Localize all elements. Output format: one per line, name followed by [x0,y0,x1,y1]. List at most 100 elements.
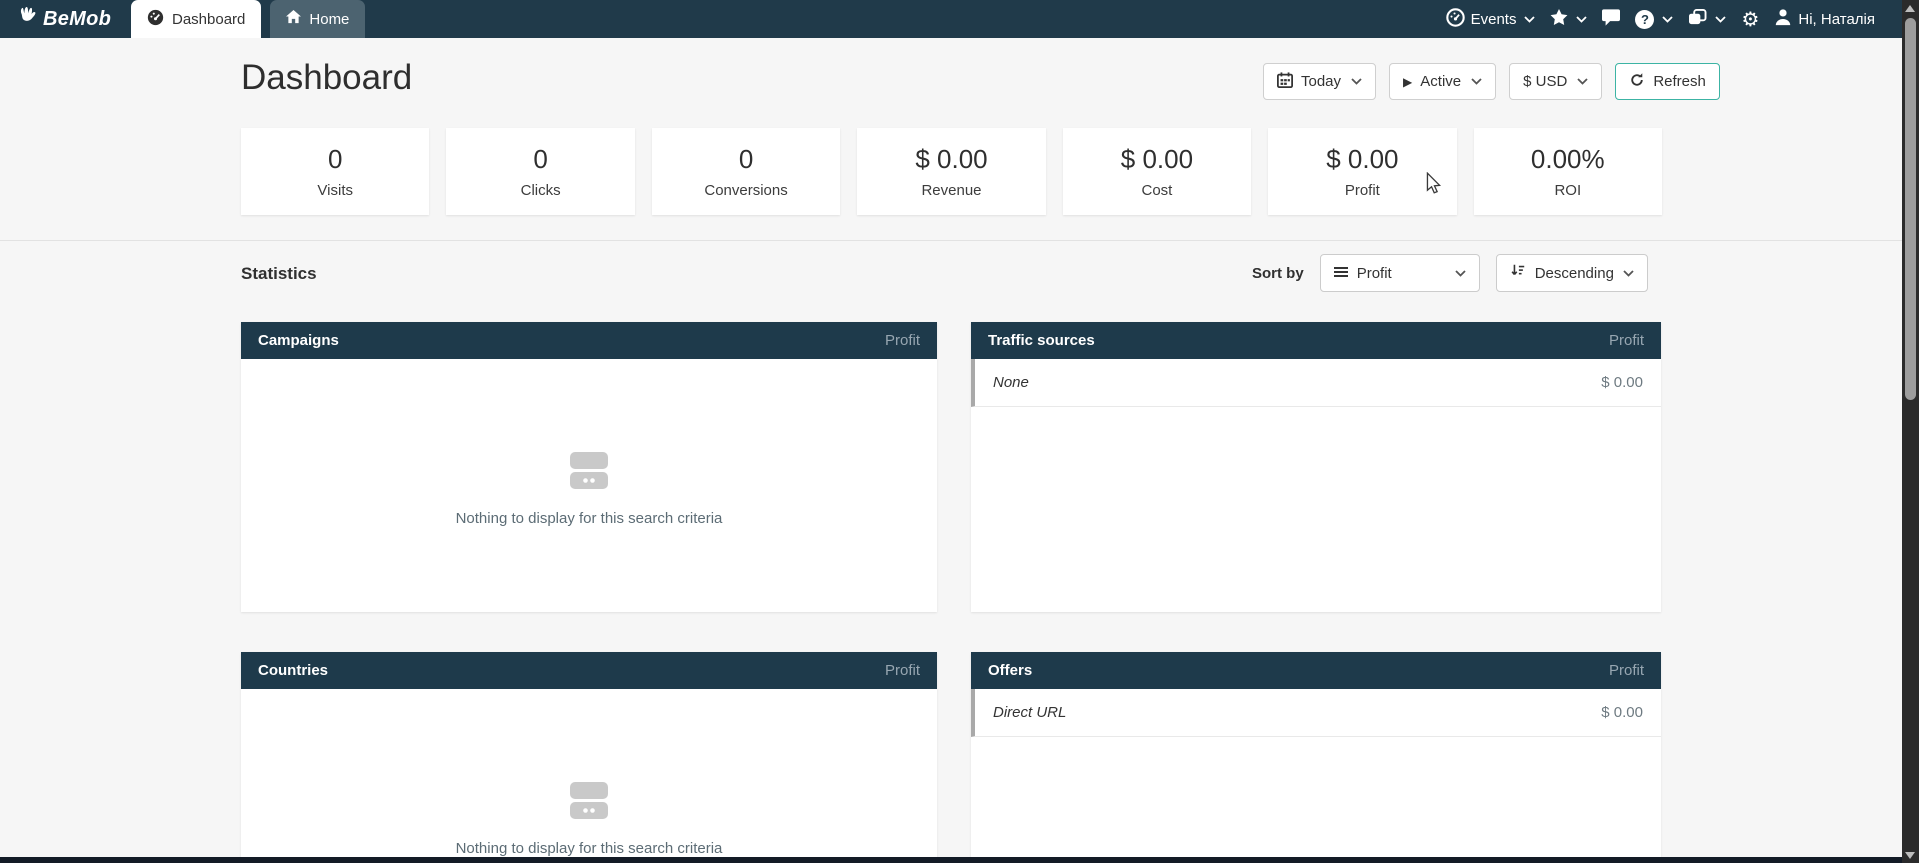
vertical-scrollbar[interactable] [1902,0,1919,863]
row-value: $ 0.00 [1601,374,1643,391]
topbar-tabs: Dashboard Home [131,0,365,38]
offers-panel-header: Offers Profit [971,652,1661,689]
stat-value: 0 [739,144,753,175]
chevron-down-icon [1576,16,1587,23]
stat-value: $ 0.00 [915,144,987,175]
statistics-heading: Statistics [241,264,317,284]
refresh-icon [1629,72,1645,92]
traffic-sources-panel: Traffic sources Profit None $ 0.00 [971,322,1661,612]
stat-card-conversions: 0 Conversions [652,128,840,215]
scrollbar-down-arrow-icon[interactable] [1905,852,1915,859]
status-filter-button[interactable]: ▶ Active [1389,63,1496,100]
date-range-button[interactable]: Today [1263,63,1376,100]
traffic-sources-panel-header: Traffic sources Profit [971,322,1661,359]
chevron-down-icon [1623,270,1634,277]
sort-direction-dropdown[interactable]: Descending [1496,254,1648,292]
row-value: $ 0.00 [1601,704,1643,721]
row-name: None [993,374,1029,391]
stat-label: Conversions [704,182,787,199]
campaigns-panel: Campaigns Profit Nothing to display for … [241,322,937,612]
events-menu[interactable]: Events [1446,8,1536,31]
chevron-down-icon [1471,78,1482,85]
help-menu[interactable]: ? [1635,10,1673,29]
bottom-edge-bar [0,857,1902,863]
panel-title: Campaigns [258,332,339,349]
sort-by-label: Sort by [1252,265,1304,282]
chevron-down-icon [1577,78,1588,85]
user-menu[interactable]: Hi, Наталія [1774,8,1875,30]
chevron-down-icon [1455,270,1466,277]
stat-card-cost: $ 0.00 Cost [1063,128,1251,215]
stat-card-roi: 0.00% ROI [1474,128,1662,215]
date-range-label: Today [1301,73,1341,90]
sort-field-dropdown[interactable]: Profit [1320,254,1480,292]
chat-icon[interactable] [1602,9,1620,30]
favorites-menu[interactable] [1550,9,1587,30]
currency-label: $ USD [1523,73,1567,90]
tab-home[interactable]: Home [270,0,365,38]
panel-metric-label: Profit [885,662,920,679]
countries-panel: Countries Profit Nothing to display for … [241,652,937,863]
chevron-down-icon [1524,16,1535,23]
play-icon: ▶ [1403,76,1412,88]
list-lines-icon [1334,265,1348,282]
status-filter-label: Active [1420,73,1461,90]
stat-value: 0.00% [1531,144,1605,175]
panel-metric-label: Profit [1609,332,1644,349]
stat-value: 0 [328,144,342,175]
chevron-down-icon [1351,78,1362,85]
events-gauge-icon [1446,8,1465,31]
tab-dashboard[interactable]: Dashboard [131,0,261,38]
empty-state: Nothing to display for this search crite… [241,689,937,857]
help-icon: ? [1635,10,1654,29]
home-icon [286,10,301,28]
stat-card-visits: 0 Visits [241,128,429,215]
tab-home-label: Home [309,11,349,28]
panel-metric-label: Profit [1609,662,1644,679]
stat-label: Visits [317,182,353,199]
workspaces-menu[interactable] [1688,9,1726,30]
calendar-icon [1277,72,1293,92]
stat-value: $ 0.00 [1121,144,1193,175]
bemob-logo[interactable]: BeMob [18,0,111,38]
panel-metric-label: Profit [885,332,920,349]
empty-state-text: Nothing to display for this search crite… [456,510,723,527]
section-divider [0,240,1902,241]
stat-label: Revenue [921,182,981,199]
chevron-down-icon [1715,16,1726,23]
table-row[interactable]: None $ 0.00 [971,359,1661,407]
bemob-logo-icon [18,7,38,31]
sort-direction-value: Descending [1535,265,1614,282]
table-row[interactable]: Direct URL $ 0.00 [971,689,1661,737]
empty-state: Nothing to display for this search crite… [241,359,937,527]
campaigns-panel-header: Campaigns Profit [241,322,937,359]
windows-stack-icon [1688,9,1707,30]
sort-field-value: Profit [1357,265,1392,282]
scrollbar-thumb[interactable] [1905,18,1916,400]
user-greeting: Hi, Наталія [1798,11,1875,28]
scrollbar-up-arrow-icon[interactable] [1905,5,1915,12]
panel-title: Countries [258,662,328,679]
stat-card-revenue: $ 0.00 Revenue [857,128,1045,215]
stat-label: ROI [1554,182,1581,199]
refresh-button[interactable]: Refresh [1615,63,1720,100]
topbar-right-menu: Events ? [1446,0,1875,38]
stat-value: $ 0.00 [1326,144,1398,175]
countries-panel-header: Countries Profit [241,652,937,689]
currency-button[interactable]: $ USD [1509,63,1602,100]
stat-card-clicks: 0 Clicks [446,128,634,215]
chevron-down-icon [1662,16,1673,23]
events-label: Events [1471,11,1517,28]
panel-title: Offers [988,662,1032,679]
dashboard-gauge-icon [147,9,164,30]
panel-title: Traffic sources [988,332,1095,349]
refresh-label: Refresh [1653,73,1706,90]
offers-panel: Offers Profit Direct URL $ 0.00 [971,652,1661,863]
tab-dashboard-label: Dashboard [172,11,245,28]
stat-label: Profit [1345,182,1380,199]
top-navigation-bar: BeMob Dashboard Home Events [0,0,1902,38]
stat-value: 0 [533,144,547,175]
gear-icon[interactable]: ⚙ [1741,9,1759,29]
empty-data-icon [567,781,611,826]
star-icon [1550,9,1568,30]
